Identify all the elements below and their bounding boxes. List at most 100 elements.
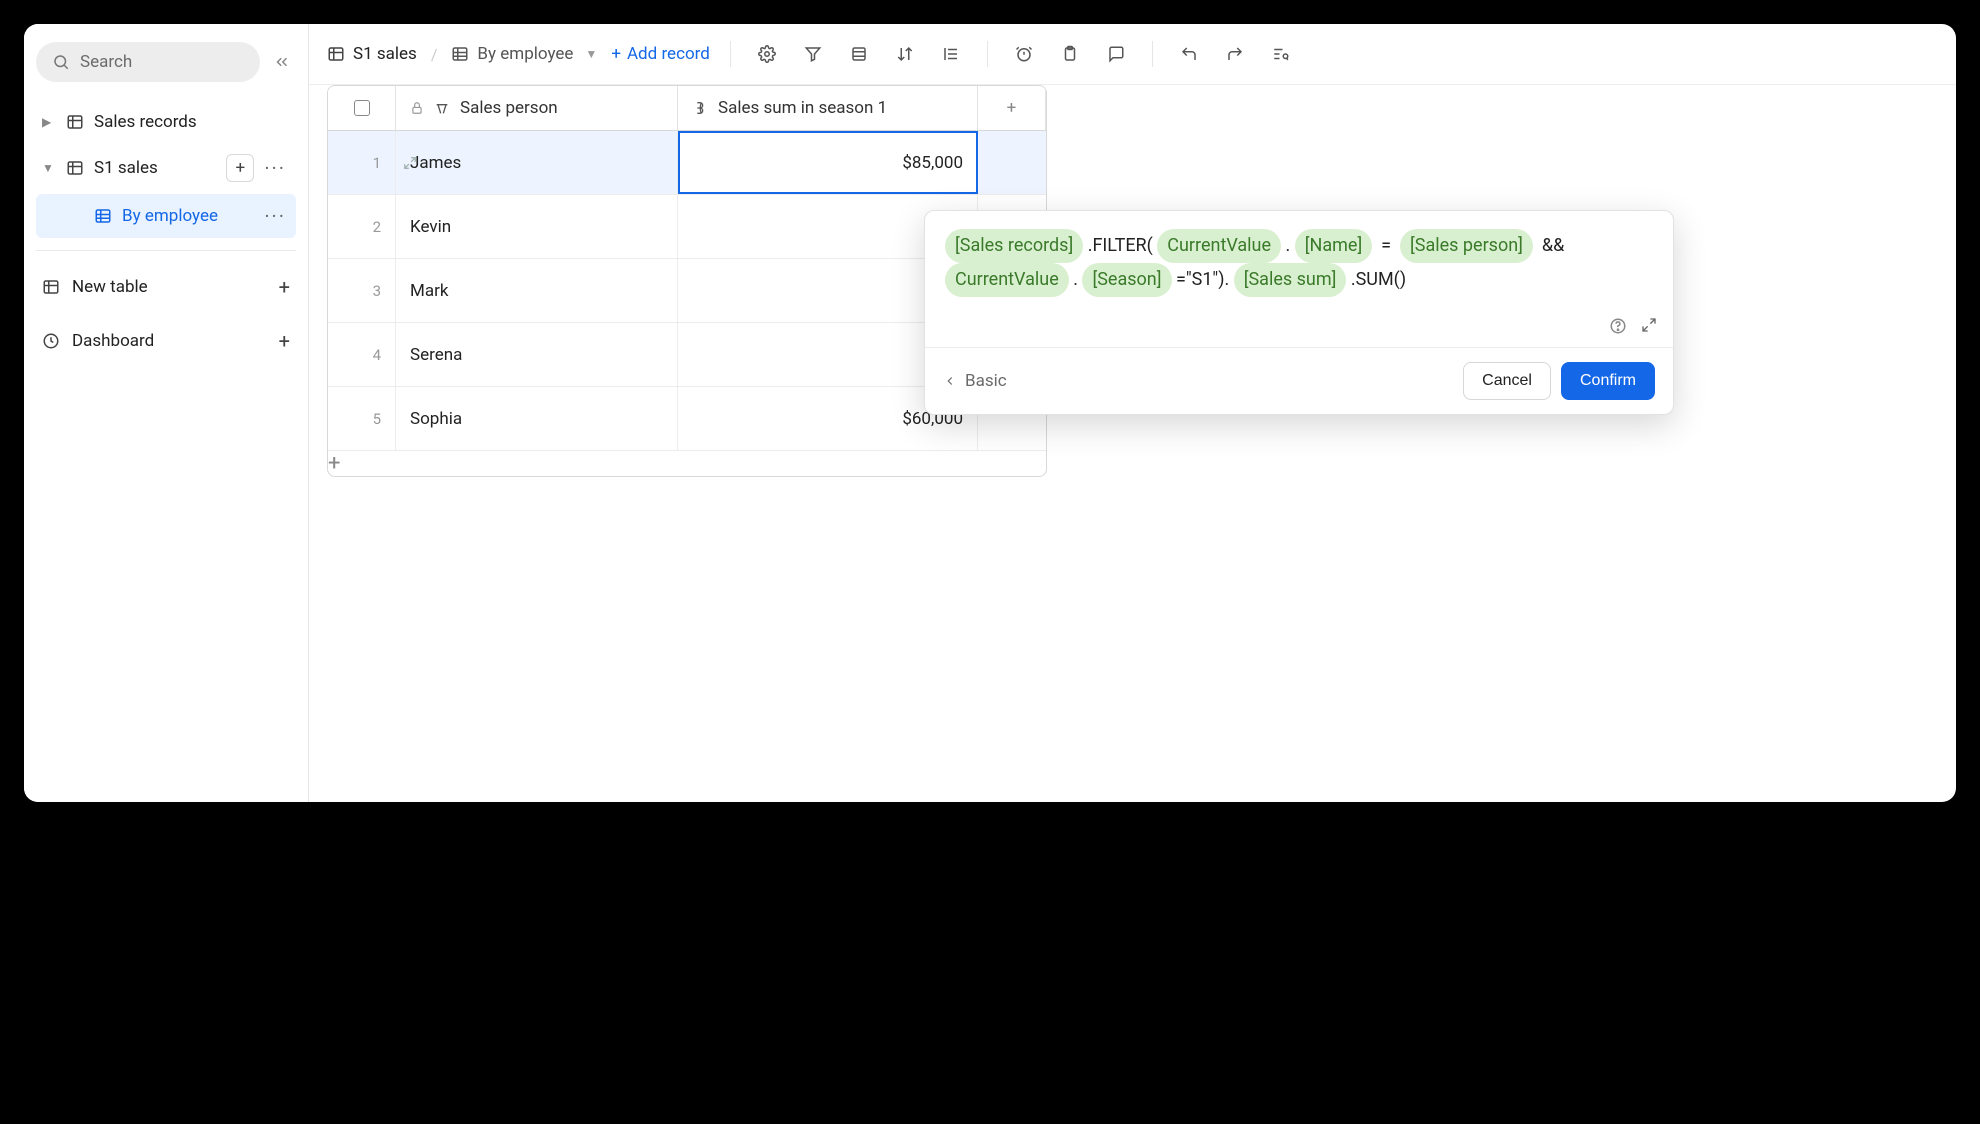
sidebar-item-sales-records[interactable]: ▶ Sales records — [36, 102, 296, 142]
sidebar-item-label: Sales records — [94, 112, 197, 132]
gear-icon — [758, 45, 776, 63]
formula-token: [Sales records] — [945, 229, 1083, 263]
expand-icon — [1641, 317, 1657, 333]
row-number: 3 — [373, 282, 381, 300]
formula-help-button[interactable] — [1609, 317, 1627, 335]
sidebar-view-by-employee[interactable]: By employee ··· — [36, 194, 296, 238]
back-label: Basic — [965, 371, 1007, 391]
formula-text: = — [1381, 235, 1391, 256]
confirm-button[interactable]: Confirm — [1561, 362, 1655, 400]
cancel-button[interactable]: Cancel — [1463, 362, 1551, 400]
settings-button[interactable] — [751, 38, 783, 70]
row-height-icon — [942, 45, 960, 63]
column-header-sales-sum[interactable]: Sales sum in season 1 — [678, 86, 978, 130]
dashboard-label: Dashboard — [72, 331, 154, 351]
cell-sales-person[interactable]: Serena — [396, 323, 678, 386]
chevron-double-left-icon — [273, 53, 291, 71]
dashboard-icon — [42, 332, 60, 350]
breadcrumb-table[interactable]: S1 sales — [327, 44, 417, 64]
cell-sales-person[interactable]: Mark — [396, 259, 678, 322]
search-icon — [52, 53, 70, 71]
formula-expand-button[interactable] — [1641, 317, 1657, 335]
formula-text: . — [1286, 235, 1291, 256]
collapse-sidebar-button[interactable] — [268, 48, 296, 76]
clipboard-icon — [1061, 45, 1079, 63]
new-table-button[interactable]: New table + — [36, 263, 296, 311]
caret-right-icon: ▶ — [42, 115, 56, 129]
checkbox-icon — [354, 100, 370, 116]
toolbar-separator — [730, 41, 731, 67]
group-button[interactable] — [843, 38, 875, 70]
view-name: By employee — [477, 44, 573, 64]
cell-value: Sophia — [410, 409, 462, 429]
chevron-left-icon — [943, 374, 957, 388]
table-icon — [66, 113, 84, 131]
row-index[interactable]: 1 — [328, 131, 396, 194]
column-label: Sales sum in season 1 — [718, 98, 887, 118]
row-index[interactable]: 2 — [328, 195, 396, 258]
cell-sales-person[interactable]: Kevin — [396, 195, 678, 258]
sidebar: Search ▶ Sales records ▼ S1 sales + ··· — [24, 24, 309, 802]
add-row-button[interactable]: + — [328, 451, 396, 476]
column-header-sales-person[interactable]: Sales person — [396, 86, 678, 130]
plus-icon: + — [279, 275, 290, 299]
table-more-button[interactable]: ··· — [260, 156, 290, 180]
view-more-button[interactable]: ··· — [260, 204, 290, 228]
row-index[interactable]: 3 — [328, 259, 396, 322]
row-index[interactable]: 4 — [328, 323, 396, 386]
cell-value: Kevin — [410, 217, 451, 237]
row-number: 4 — [373, 346, 381, 364]
expand-row-button[interactable] — [403, 156, 417, 170]
filter-button[interactable] — [797, 38, 829, 70]
cell-value: Mark — [410, 281, 448, 301]
table-row[interactable]: 1 James $85,000 — [328, 131, 1046, 195]
toolbar-separator — [987, 41, 988, 67]
add-column-button[interactable]: + — [978, 86, 1046, 130]
cell-empty — [978, 131, 1046, 194]
add-record-button[interactable]: + Add record — [611, 44, 710, 64]
caret-down-icon: ▼ — [42, 161, 56, 175]
breadcrumb-view[interactable]: By employee ▼ — [451, 44, 597, 64]
formula-input[interactable]: [Sales records] .FILTER( CurrentValue . … — [925, 211, 1673, 309]
grid-view-icon — [451, 45, 469, 63]
sort-button[interactable] — [889, 38, 921, 70]
help-icon — [1609, 317, 1627, 335]
formula-icon — [692, 100, 708, 116]
cell-value: James — [410, 153, 461, 173]
cell-sales-person[interactable]: Sophia — [396, 387, 678, 450]
plus-icon: + — [611, 44, 621, 64]
formula-token: [Season] — [1082, 263, 1171, 297]
add-view-button[interactable]: + — [226, 154, 254, 182]
chevron-down-icon: ▼ — [585, 47, 597, 61]
toolbar-separator — [1152, 41, 1153, 67]
add-row-footer[interactable]: + — [328, 451, 1046, 476]
formula-text: . — [1073, 269, 1078, 290]
search-input[interactable]: Search — [36, 42, 260, 82]
row-index[interactable]: 5 — [328, 387, 396, 450]
formula-text: .SUM() — [1351, 269, 1406, 290]
redo-button[interactable] — [1219, 38, 1251, 70]
clipboard-button[interactable] — [1054, 38, 1086, 70]
table-icon — [327, 45, 345, 63]
formula-text: && — [1542, 235, 1564, 256]
row-number: 5 — [373, 410, 381, 428]
lock-icon — [410, 101, 424, 115]
sidebar-view-label: By employee — [122, 206, 218, 226]
formula-token: [Sales sum] — [1234, 263, 1347, 297]
row-number: 2 — [373, 218, 381, 236]
formula-token: CurrentValue — [1157, 229, 1281, 263]
cell-sales-person[interactable]: James — [396, 131, 678, 194]
table-name: S1 sales — [353, 44, 417, 64]
undo-button[interactable] — [1173, 38, 1205, 70]
search-records-button[interactable] — [1265, 38, 1297, 70]
sidebar-item-s1-sales[interactable]: ▼ S1 sales + ··· — [36, 144, 296, 192]
toolbar: S1 sales / By employee ▼ + Add record — [309, 24, 1956, 85]
dashboard-button[interactable]: Dashboard + — [36, 317, 296, 365]
reminder-button[interactable] — [1008, 38, 1040, 70]
comment-button[interactable] — [1100, 38, 1132, 70]
alarm-icon — [1015, 45, 1033, 63]
select-all-header[interactable] — [328, 86, 396, 130]
row-height-button[interactable] — [935, 38, 967, 70]
back-to-basic-button[interactable]: Basic — [943, 371, 1007, 391]
cell-sales-sum[interactable]: $85,000 — [678, 131, 978, 194]
